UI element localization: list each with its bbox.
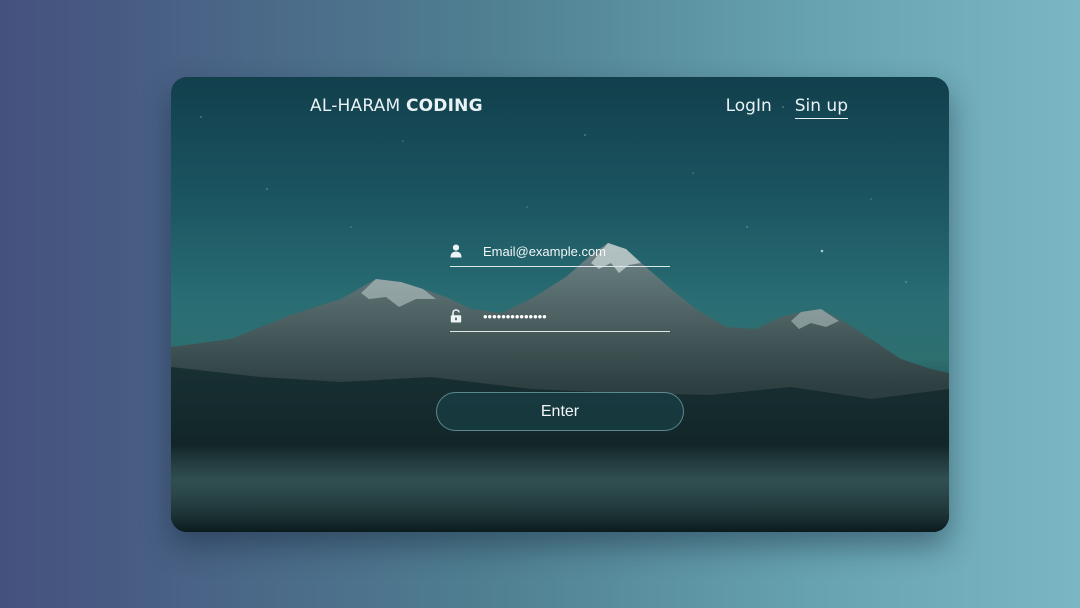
top-navigation: AL-HARAM CODING LogIn Sin up <box>171 95 949 121</box>
nav-links: LogIn Sin up <box>726 95 848 119</box>
password-input[interactable] <box>483 305 668 327</box>
email-field <box>450 240 670 267</box>
unlock-icon <box>450 309 462 323</box>
brand-name-bold: CODING <box>405 96 483 116</box>
password-field <box>450 305 670 332</box>
enter-button[interactable]: Enter <box>436 392 684 431</box>
user-icon <box>450 244 462 258</box>
brand-name-light: AL-HARAM <box>310 96 401 116</box>
brand-logo: AL-HARAM CODING <box>310 95 483 117</box>
signup-link[interactable]: Sin up <box>794 95 848 119</box>
email-input[interactable] <box>483 240 668 262</box>
login-card: AL-HARAM CODING LogIn Sin up Enter <box>171 77 949 532</box>
login-link[interactable]: LogIn <box>726 95 772 119</box>
